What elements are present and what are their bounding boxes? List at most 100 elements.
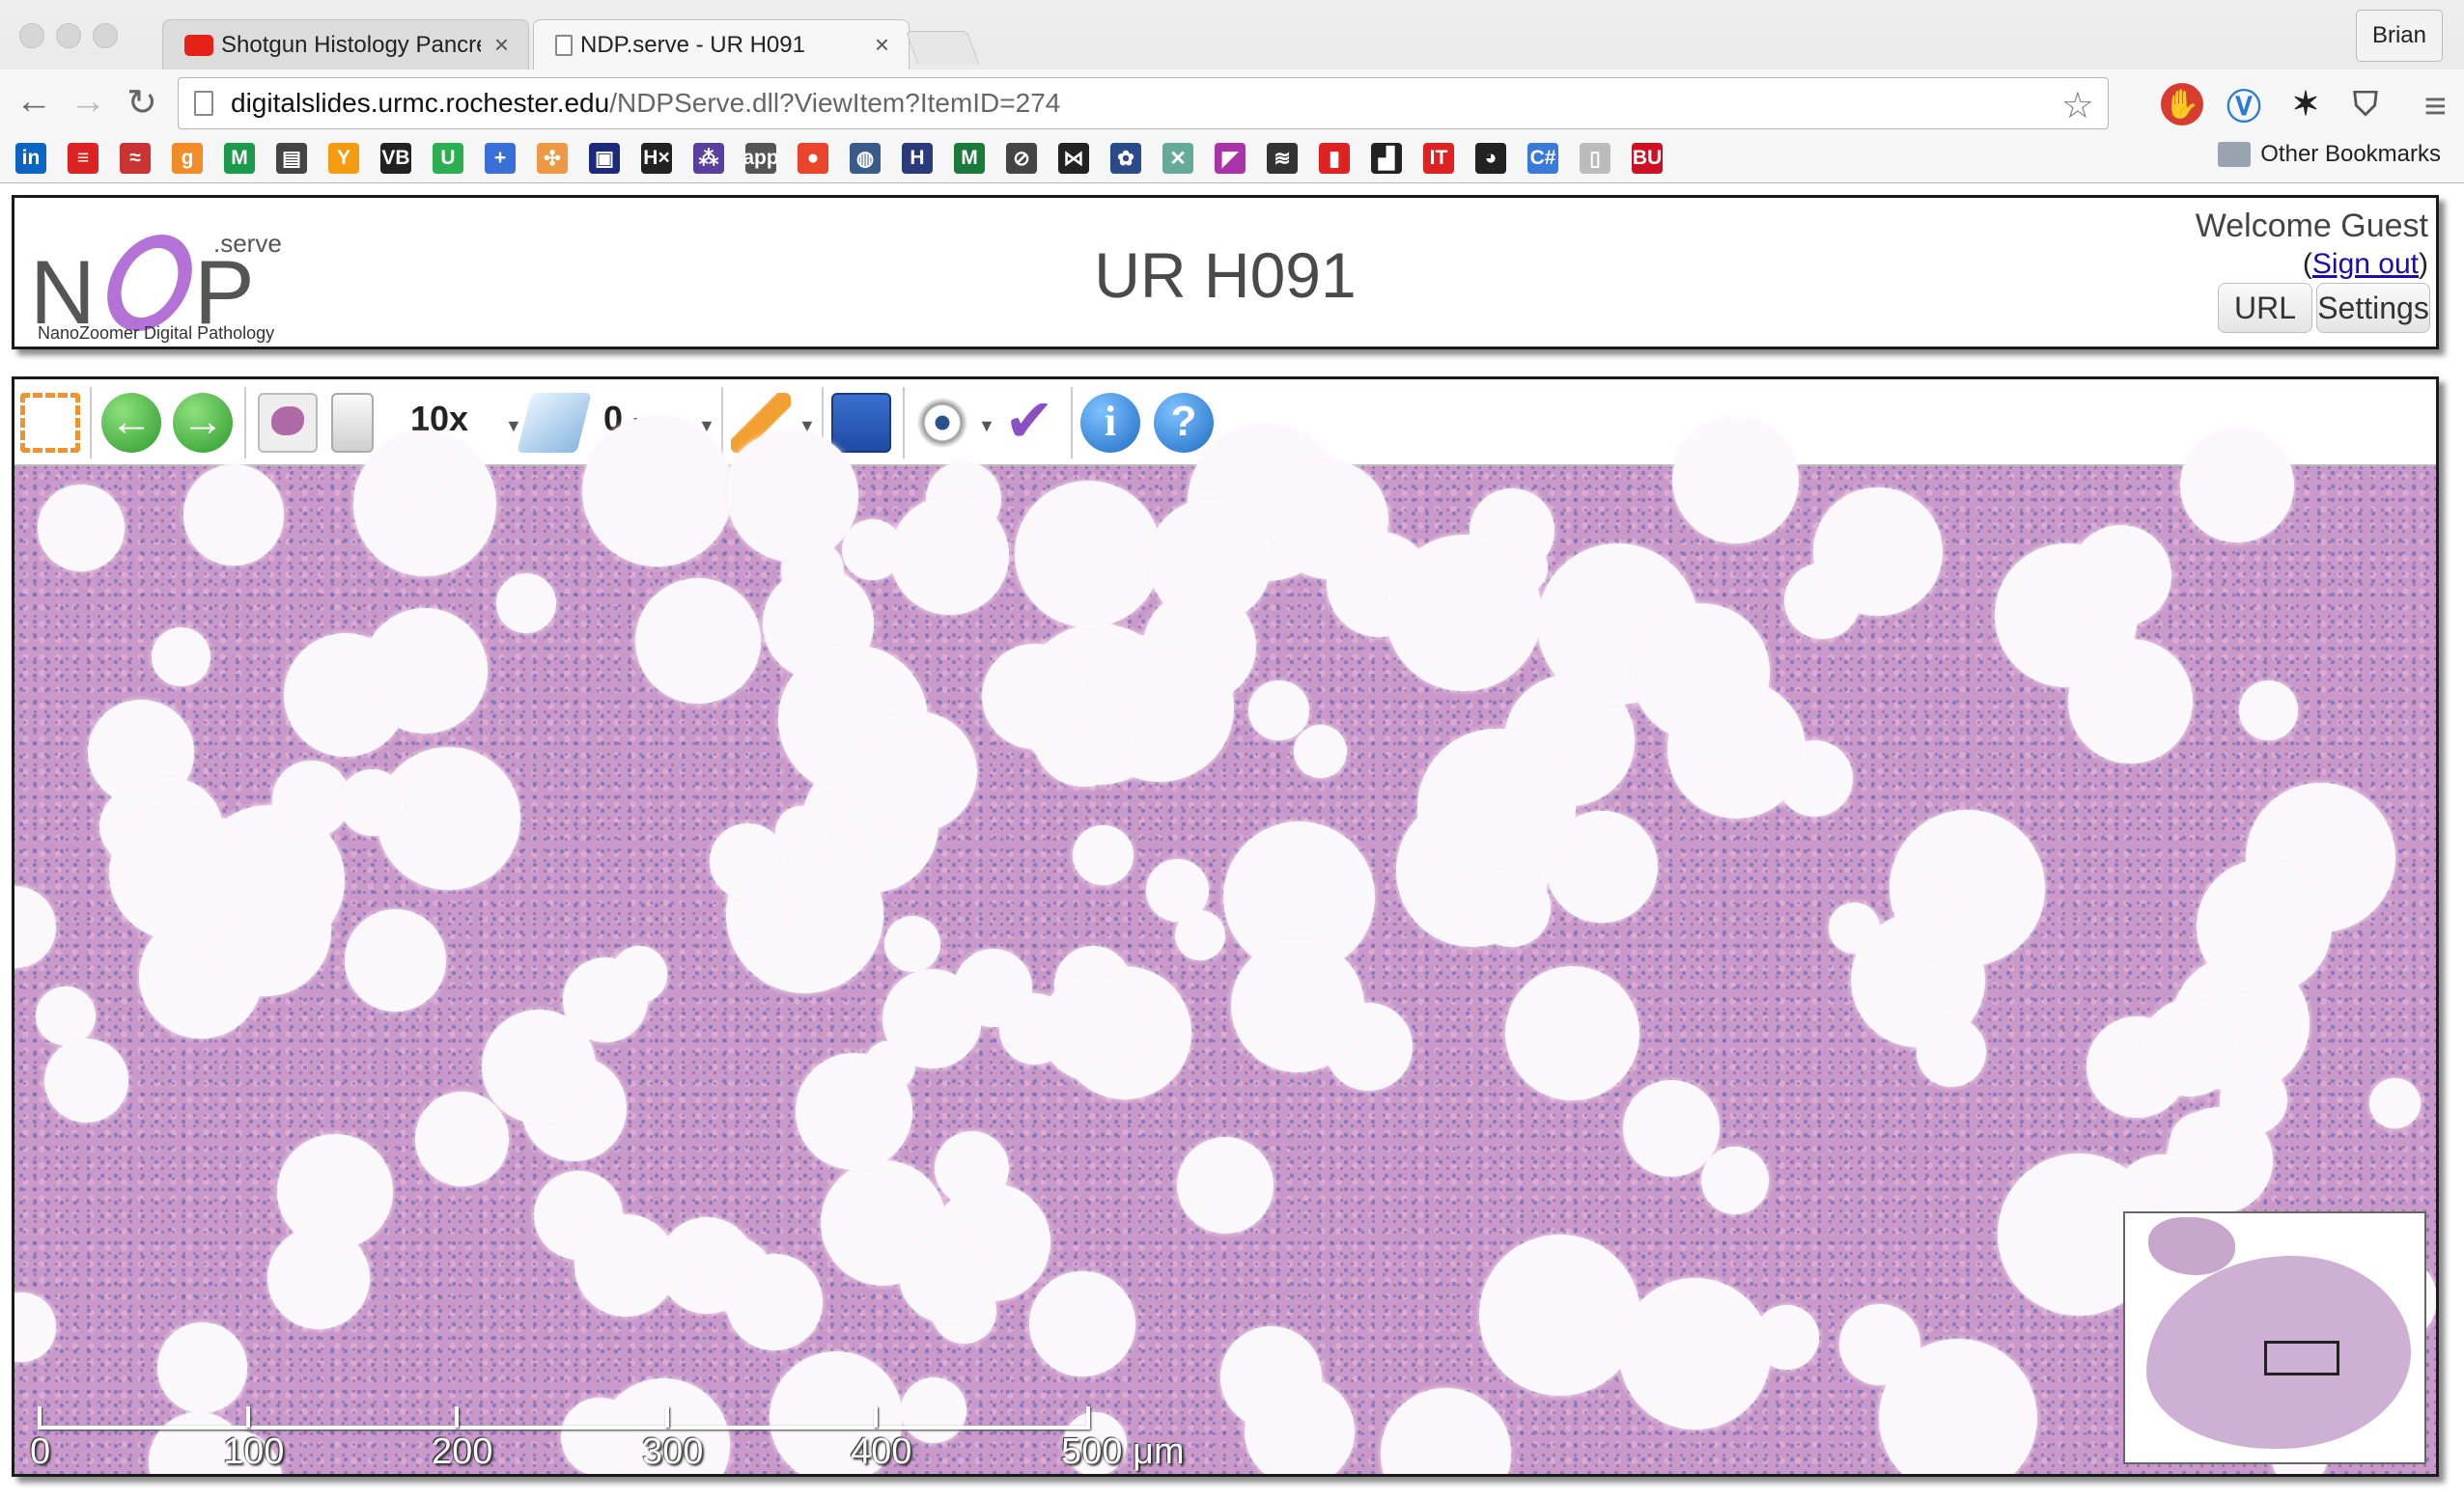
bookmark-icon[interactable]: IT bbox=[1423, 143, 1454, 174]
tab-title: NDP.serve - UR H091 bbox=[580, 31, 805, 58]
fat-vacuole bbox=[339, 769, 406, 837]
slide-label-icon[interactable] bbox=[331, 393, 374, 453]
new-tab-button[interactable] bbox=[905, 31, 980, 64]
bookmark-icon[interactable]: Y bbox=[328, 143, 359, 174]
bookmark-icon[interactable]: M bbox=[954, 143, 985, 174]
page-info-icon[interactable] bbox=[194, 91, 213, 116]
checkmark-icon[interactable]: ✔ bbox=[999, 392, 1059, 453]
tissue-image[interactable] bbox=[14, 415, 2436, 1474]
adblock-icon[interactable]: ✋ bbox=[2161, 83, 2203, 125]
bookmark-icon[interactable]: ≡ bbox=[68, 143, 98, 174]
fat-vacuole bbox=[889, 495, 1009, 615]
bookmark-icon[interactable]: g bbox=[172, 143, 203, 174]
previous-icon[interactable]: ← bbox=[101, 393, 161, 453]
menu-icon[interactable]: ≡ bbox=[2424, 85, 2447, 128]
bookmark-icon[interactable]: ▟ bbox=[1371, 143, 1402, 174]
bookmark-icon[interactable]: BU bbox=[1632, 143, 1663, 174]
fat-vacuole bbox=[796, 1053, 912, 1170]
other-bookmarks-button[interactable]: Other Bookmarks bbox=[2218, 141, 2441, 168]
bookmark-icon[interactable]: M bbox=[224, 143, 255, 174]
info-icon[interactable]: i bbox=[1080, 393, 1140, 453]
fat-vacuole bbox=[1294, 725, 1348, 779]
bookmark-icon[interactable]: ▤ bbox=[276, 143, 307, 174]
save-icon[interactable] bbox=[831, 393, 891, 453]
fat-vacuole bbox=[1147, 499, 1273, 624]
fat-vacuole bbox=[43, 1038, 128, 1124]
fat-vacuole bbox=[1248, 680, 1309, 741]
bookmark-icon[interactable]: ● bbox=[798, 143, 828, 174]
scale-label: 200 bbox=[432, 1431, 493, 1472]
pocket-icon[interactable]: ⛉ bbox=[2344, 83, 2387, 125]
fat-vacuole bbox=[414, 1092, 509, 1186]
magnification-dropdown-icon[interactable]: ▼ bbox=[505, 416, 522, 436]
shield-extension-icon[interactable]: Ⓥ bbox=[2223, 83, 2265, 126]
bookmark-icon[interactable]: in bbox=[15, 143, 46, 174]
bookmark-icon[interactable]: ✕ bbox=[1162, 143, 1193, 174]
bookmark-icon[interactable]: ▣ bbox=[589, 143, 620, 174]
overview-map[interactable] bbox=[2123, 1211, 2426, 1464]
bookmark-icon[interactable]: H× bbox=[641, 143, 672, 174]
view-options-icon[interactable] bbox=[912, 393, 972, 453]
view-dropdown-icon[interactable]: ▼ bbox=[978, 416, 995, 436]
fat-vacuole bbox=[1417, 728, 1576, 887]
tab-ndp-serve[interactable]: NDP.serve - UR H091 × bbox=[533, 19, 910, 69]
bookmark-icon[interactable]: ◍ bbox=[850, 143, 881, 174]
bookmark-icon[interactable]: ▯ bbox=[1580, 143, 1610, 174]
bookmark-icon[interactable]: VB bbox=[380, 143, 411, 174]
bookmark-icon[interactable]: ≋ bbox=[1267, 143, 1298, 174]
bookmark-star-icon[interactable]: ☆ bbox=[2061, 84, 2094, 127]
bookmark-icon[interactable]: ◕ bbox=[1475, 143, 1506, 174]
fit-to-screen-icon[interactable] bbox=[20, 393, 80, 453]
youtube-icon bbox=[184, 34, 213, 56]
minimize-window-button[interactable] bbox=[56, 23, 81, 48]
fat-vacuole bbox=[1813, 486, 1943, 617]
bookmark-icon[interactable]: ▮ bbox=[1319, 143, 1350, 174]
bookmark-icon[interactable]: ⊘ bbox=[1006, 143, 1037, 174]
fat-vacuole bbox=[109, 805, 244, 941]
bookmark-icon[interactable]: + bbox=[485, 143, 516, 174]
viewport-indicator[interactable] bbox=[2264, 1341, 2339, 1375]
bookmark-icon[interactable]: app bbox=[742, 143, 779, 174]
url-path: /NDPServe.dll?ViewItem?ItemID=274 bbox=[609, 88, 1061, 118]
help-icon[interactable]: ? bbox=[1154, 393, 1214, 453]
bookmark-icon[interactable]: H bbox=[902, 143, 933, 174]
other-bookmarks-label: Other Bookmarks bbox=[2260, 141, 2441, 167]
bookmark-icon[interactable]: ◤ bbox=[1215, 143, 1246, 174]
page-title: UR H091 bbox=[1094, 239, 1357, 311]
bookmark-icon[interactable]: C# bbox=[1527, 143, 1558, 174]
tab-shotgun-histology[interactable]: Shotgun Histology Pancrea × bbox=[162, 19, 529, 69]
scale-label: 300 bbox=[642, 1431, 704, 1472]
settings-button[interactable]: Settings bbox=[2316, 283, 2430, 333]
folder-icon bbox=[2218, 142, 2252, 167]
reload-icon[interactable]: ↻ bbox=[118, 81, 166, 125]
sign-out-link[interactable]: Sign out bbox=[2312, 248, 2419, 280]
scale-label: 100 bbox=[223, 1431, 285, 1472]
fat-vacuole bbox=[1632, 603, 1770, 741]
bookmark-icon[interactable]: ✣ bbox=[537, 143, 568, 174]
close-tab-icon[interactable]: × bbox=[494, 30, 509, 60]
close-window-button[interactable] bbox=[19, 23, 44, 48]
back-icon[interactable]: ← bbox=[10, 81, 58, 123]
focus-layers-icon[interactable] bbox=[517, 393, 592, 453]
profile-button[interactable]: Brian bbox=[2355, 10, 2443, 62]
bird-extension-icon[interactable]: ✶ bbox=[2284, 83, 2327, 125]
zoom-window-button[interactable] bbox=[93, 23, 118, 48]
bookmark-icon[interactable]: ⋈ bbox=[1058, 143, 1089, 174]
address-bar[interactable]: digitalslides.urmc.rochester.edu/NDPServ… bbox=[178, 77, 2109, 129]
fat-vacuole bbox=[842, 519, 903, 580]
next-icon[interactable]: → bbox=[173, 393, 233, 453]
bookmark-icon[interactable]: ⁂ bbox=[693, 143, 724, 174]
fat-vacuole bbox=[953, 949, 1032, 1028]
fat-vacuole bbox=[899, 1227, 996, 1324]
slide-thumbnail-icon[interactable] bbox=[258, 393, 318, 453]
bookmark-icon[interactable]: U bbox=[433, 143, 463, 174]
fat-vacuole bbox=[1505, 966, 1639, 1101]
url-button[interactable]: URL bbox=[2218, 283, 2312, 333]
fat-vacuole bbox=[582, 415, 734, 567]
bookmark-icon[interactable]: ≈ bbox=[120, 143, 151, 174]
close-tab-icon[interactable]: × bbox=[875, 30, 889, 60]
fat-vacuole bbox=[726, 1254, 824, 1350]
fat-vacuole bbox=[883, 915, 940, 972]
bookmark-icon[interactable]: ✿ bbox=[1110, 143, 1141, 174]
forward-icon[interactable]: → bbox=[64, 81, 112, 123]
